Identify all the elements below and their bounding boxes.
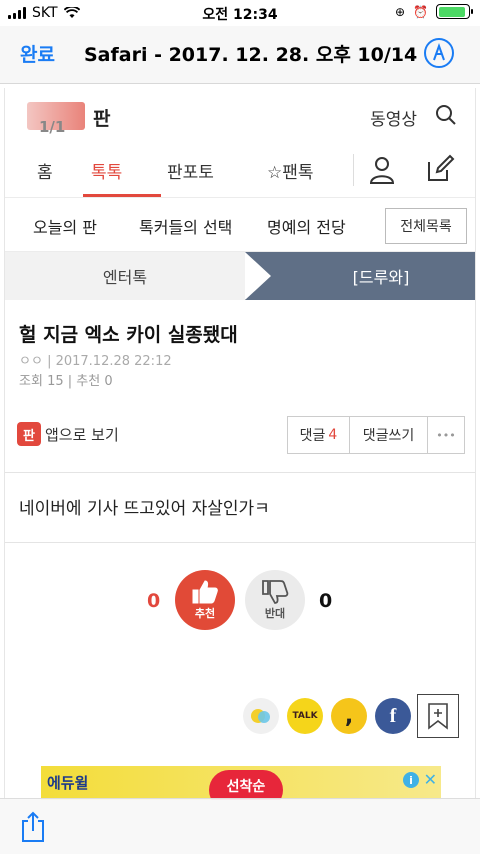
tab-toktok[interactable]: 톡톡 xyxy=(91,158,122,183)
divider xyxy=(5,472,475,473)
tab-fantok[interactable]: ☆팬톡 xyxy=(267,158,314,183)
upvote-label: 추천 xyxy=(194,607,216,620)
bottom-toolbar xyxy=(0,798,480,854)
thumbs-down-icon xyxy=(262,580,289,604)
post-author-date: ㅇㅇ | 2017.12.28 22:12 xyxy=(19,350,172,369)
views-label: 조회 xyxy=(19,374,43,389)
post-title: 헐 지금 엑소 카이 실종됐대 xyxy=(19,324,238,346)
write-comment-button[interactable]: 댓글쓰기 xyxy=(350,417,428,453)
upvote-button[interactable]: 추천 xyxy=(175,570,235,630)
video-link[interactable]: 동영상 xyxy=(370,105,417,130)
sub-nav-hall-of-fame[interactable]: 명예의 전당 xyxy=(267,214,346,238)
post-author: ㅇㅇ xyxy=(19,354,43,369)
downvote-count: 0 xyxy=(319,590,333,612)
downvote-label: 반대 xyxy=(264,607,286,620)
sub-nav-talker-choice[interactable]: 톡커들의 선택 xyxy=(139,214,232,238)
comment-count: 4 xyxy=(328,427,338,443)
bookmark-add-icon[interactable] xyxy=(417,694,459,738)
comments-button[interactable]: 댓글 4 xyxy=(288,417,350,453)
write-post-icon[interactable] xyxy=(425,154,455,184)
views-count: 15 xyxy=(47,374,64,389)
share-facebook-icon[interactable]: f xyxy=(375,698,411,734)
post-date: 2017.12.28 22:12 xyxy=(55,354,172,369)
tab-divider xyxy=(353,154,354,186)
pann-app-icon: 판 xyxy=(17,422,41,446)
post-body: 네이버에 기사 뜨고있어 자살인가ㅋ xyxy=(19,499,270,519)
share-kakaostory-icon[interactable]: , xyxy=(331,698,367,734)
web-page: 1/1 판 동영상 홈 톡톡 판포토 ☆팬톡 오늘의 판 톡커들의 선택 명예의… xyxy=(4,88,476,800)
done-button[interactable]: 완료 xyxy=(20,40,55,67)
more-options-button[interactable]: ••• xyxy=(428,417,464,453)
recommend-label: 추천 xyxy=(76,374,101,389)
sub-nav-today[interactable]: 오늘의 판 xyxy=(33,214,97,238)
alarm-icon: ⏰ xyxy=(413,4,428,19)
ad-badge: 선착순 xyxy=(209,770,283,800)
thumbs-up-icon xyxy=(192,580,218,604)
advertisement-banner[interactable]: 에듀윌 선착순 i ✕ xyxy=(41,766,441,800)
upvote-count: 0 xyxy=(147,590,161,612)
battery-icon xyxy=(436,4,473,19)
share-row: TALK , f xyxy=(243,696,411,736)
comment-action-group: 댓글 4 댓글쓰기 ••• xyxy=(287,416,465,454)
meta-separator: | xyxy=(47,354,56,369)
meta-separator: | xyxy=(67,374,77,389)
tab-home[interactable]: 홈 xyxy=(37,158,53,183)
share-kakaotalk-icon[interactable]: TALK xyxy=(287,698,323,734)
viewer-title: Safari - 2017. 12. 28. 오후 10/14 xyxy=(84,44,418,66)
page-indicator: 1/1 xyxy=(39,118,66,136)
tab-panphoto[interactable]: 판포토 xyxy=(167,158,214,183)
vote-row: 0 추천 반대 0 xyxy=(5,566,475,632)
viewer-header: 완료 Safari - 2017. 12. 28. 오후 10/14 xyxy=(0,26,480,84)
share-icon[interactable] xyxy=(20,811,46,843)
ad-info-icon[interactable]: i xyxy=(403,772,419,788)
site-name[interactable]: 판 xyxy=(93,104,110,131)
status-bar: SKT 오전 12:34 ⊕ ⏰ xyxy=(0,0,480,26)
ad-close-icon[interactable]: ✕ xyxy=(424,770,437,789)
ad-brand: 에듀윌 xyxy=(47,774,89,792)
rotation-lock-icon: ⊕ xyxy=(394,4,406,19)
post-stats: 조회 15 | 추천 0 xyxy=(19,370,113,389)
all-list-button[interactable]: 전체목록 xyxy=(385,208,467,244)
open-in-app-link[interactable]: 판 앱으로 보기 xyxy=(17,422,119,446)
main-tabs: 홈 톡톡 판포토 ☆팬톡 xyxy=(5,142,475,198)
sub-nav: 오늘의 판 톡커들의 선택 명예의 전당 전체목록 xyxy=(5,198,475,252)
site-header: 1/1 판 동영상 xyxy=(5,88,475,142)
board-tab-entertalk[interactable]: 엔터톡 xyxy=(5,252,245,300)
board-tabs: 엔터톡 [드루와] xyxy=(5,252,475,300)
active-tab-indicator xyxy=(83,194,161,197)
user-icon[interactable] xyxy=(369,156,395,184)
open-in-app-label: 앱으로 보기 xyxy=(45,425,119,444)
markup-pen-icon[interactable] xyxy=(424,38,454,68)
post-action-row: 판 앱으로 보기 댓글 4 댓글쓰기 ••• xyxy=(5,412,475,456)
share-band-icon[interactable] xyxy=(243,698,279,734)
board-tab-druwa[interactable]: [드루와] xyxy=(245,252,475,300)
search-icon[interactable] xyxy=(435,104,457,126)
divider xyxy=(5,542,475,543)
recommend-count: 0 xyxy=(104,374,113,389)
downvote-button[interactable]: 반대 xyxy=(245,570,305,630)
